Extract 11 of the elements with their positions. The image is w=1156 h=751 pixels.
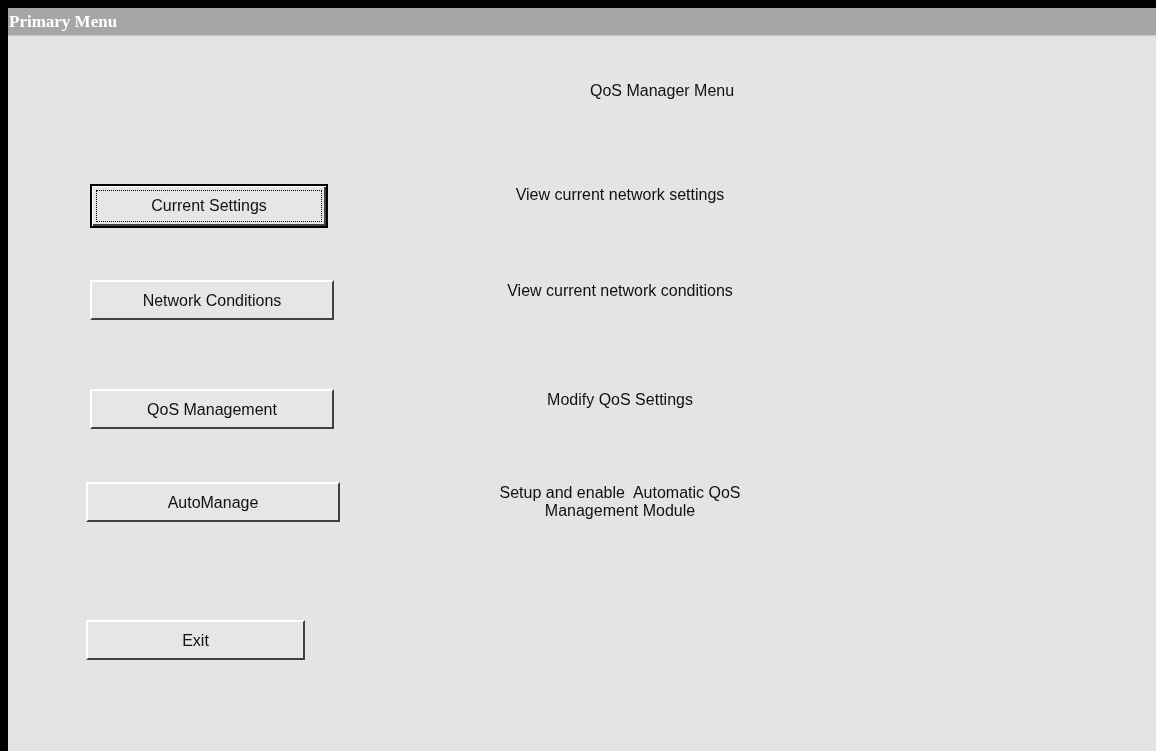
- menu-button[interactable]: AutoManage: [86, 482, 340, 522]
- button-description: View current network settings: [514, 186, 726, 204]
- menu-heading: QoS Manager Menu: [590, 82, 736, 101]
- button-description: View current network conditions: [506, 282, 734, 300]
- menu-button[interactable]: QoS Management: [90, 389, 334, 429]
- focused-button[interactable]: Current Settings: [90, 184, 328, 228]
- menu-button[interactable]: Network Conditions: [90, 280, 334, 320]
- button-description: Setup and enable Automatic QoS Management Module: [498, 484, 742, 520]
- window-title: Primary Menu: [8, 11, 118, 32]
- button-description: Modify QoS Settings: [546, 391, 694, 409]
- menu-button[interactable]: Exit: [86, 620, 305, 660]
